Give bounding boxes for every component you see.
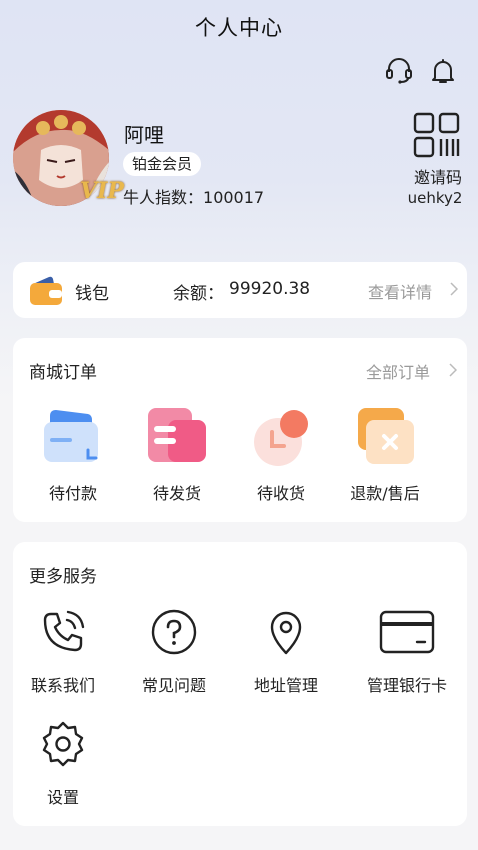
- wallet-icon: [29, 274, 63, 306]
- service-bank-card[interactable]: 管理银行卡: [357, 608, 457, 696]
- talent-index: 牛人指数：100017: [123, 184, 264, 208]
- invite-code-label: 邀请码: [413, 168, 462, 187]
- order-pending-receipt[interactable]: 待收货: [231, 406, 331, 506]
- orders-title: 商城订单: [29, 363, 97, 383]
- settings-label: 设置: [46, 788, 79, 807]
- pending-payment-icon: [44, 410, 98, 462]
- qr-code-icon[interactable]: [413, 112, 461, 158]
- bank-card-label: 管理银行卡: [366, 676, 447, 695]
- service-address[interactable]: 地址管理: [236, 608, 336, 696]
- balance-value: 99920.38: [229, 279, 311, 299]
- bank-card-icon: [379, 610, 435, 654]
- bell-icon[interactable]: [428, 56, 458, 86]
- order-pending-shipment[interactable]: 待发货: [127, 406, 227, 506]
- question-icon: [151, 609, 197, 655]
- service-contact-us[interactable]: 联系我们: [13, 608, 113, 696]
- contact-us-label: 联系我们: [30, 676, 95, 695]
- pending-receipt-label: 待收货: [256, 484, 305, 503]
- invite-code-value: uehky2: [407, 189, 463, 207]
- customer-service-icon[interactable]: [384, 56, 414, 86]
- wallet-card[interactable]: 钱包 余额： 99920.38 查看详情: [13, 262, 467, 318]
- talent-index-label: 牛人指数：: [123, 188, 204, 207]
- talent-index-value: 100017: [203, 188, 265, 207]
- balance-label: 余额：: [173, 284, 224, 304]
- vip-badge: VIP: [80, 178, 124, 204]
- services-title: 更多服务: [29, 567, 97, 587]
- pending-shipment-icon: [148, 408, 206, 462]
- phone-icon: [43, 610, 85, 652]
- profile-page: 个人中心 VIP 阿哩 铂金会员 牛人指数：100017 邀请码 uehky2 …: [0, 0, 478, 850]
- member-level-badge: 铂金会员: [123, 152, 202, 176]
- pending-payment-label: 待付款: [48, 484, 97, 503]
- services-card: 更多服务 联系我们 常见问题 地址管理 管理银行卡 设置: [13, 542, 467, 826]
- service-settings[interactable]: 设置: [13, 720, 113, 808]
- faq-label: 常见问题: [141, 676, 206, 695]
- refund-label: 退款/售后: [350, 484, 420, 503]
- wallet-label: 钱包: [75, 284, 109, 304]
- refund-icon: [358, 408, 414, 464]
- page-title: 个人中心: [195, 16, 283, 40]
- order-pending-payment[interactable]: 待付款: [23, 406, 123, 506]
- view-details-link[interactable]: 查看详情: [368, 279, 432, 303]
- address-label: 地址管理: [253, 676, 318, 695]
- all-orders-link[interactable]: 全部订单: [366, 359, 430, 383]
- location-pin-icon: [270, 611, 302, 655]
- username: 阿哩: [124, 123, 164, 147]
- service-faq[interactable]: 常见问题: [124, 608, 224, 696]
- gear-icon: [42, 721, 84, 767]
- pending-shipment-label: 待发货: [152, 484, 201, 503]
- pending-receipt-icon: [254, 410, 308, 466]
- order-refund[interactable]: 退款/售后: [335, 406, 435, 506]
- chevron-right-icon: [449, 363, 457, 377]
- chevron-right-icon: [450, 282, 458, 296]
- orders-card: 商城订单 全部订单 待付款 待发货 待收货 退款/售后: [13, 338, 467, 522]
